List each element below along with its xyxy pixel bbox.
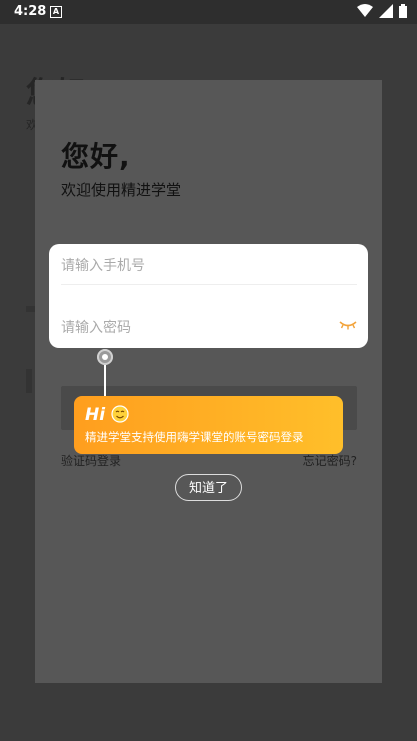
wifi-icon <box>357 4 373 17</box>
forgot-password-link[interactable]: 忘记密码? <box>303 452 357 469</box>
guide-sheet: 您好, 欢迎使用精进学堂 验证码登录 忘记密码? <box>35 80 382 683</box>
greeting-title: 您好, <box>61 140 131 173</box>
status-bar: 4:28 A <box>0 0 417 24</box>
battery-icon <box>399 4 407 18</box>
guide-tooltip: Hi 精进学堂支持使用嗨学课堂的账号密码登录 <box>74 396 343 454</box>
background-mark <box>26 369 32 393</box>
welcome-text: 欢迎使用精进学堂 <box>61 181 182 199</box>
tooltip-text: 精进学堂支持使用嗨学课堂的账号密码登录 <box>85 430 304 444</box>
code-login-link[interactable]: 验证码登录 <box>61 452 121 469</box>
password-placeholder: 请输入密码 <box>61 320 131 336</box>
status-icons <box>357 4 407 18</box>
signal-icon <box>379 4 393 18</box>
notification-icon: A <box>50 6 62 18</box>
smile-icon <box>111 405 129 423</box>
phone-placeholder: 请输入手机号 <box>61 258 145 274</box>
login-form-card: 请输入手机号 请输入密码 <box>49 244 368 348</box>
eye-closed-icon[interactable] <box>339 320 357 330</box>
tooltip-pointer-dot <box>97 349 113 365</box>
tooltip-hi: Hi <box>85 405 106 425</box>
tooltip-pointer-line <box>104 363 106 397</box>
password-field[interactable]: 请输入密码 <box>61 306 357 346</box>
phone-field[interactable]: 请输入手机号 <box>61 244 357 285</box>
got-it-button[interactable]: 知道了 <box>175 474 242 501</box>
status-time: 4:28 <box>14 4 47 19</box>
